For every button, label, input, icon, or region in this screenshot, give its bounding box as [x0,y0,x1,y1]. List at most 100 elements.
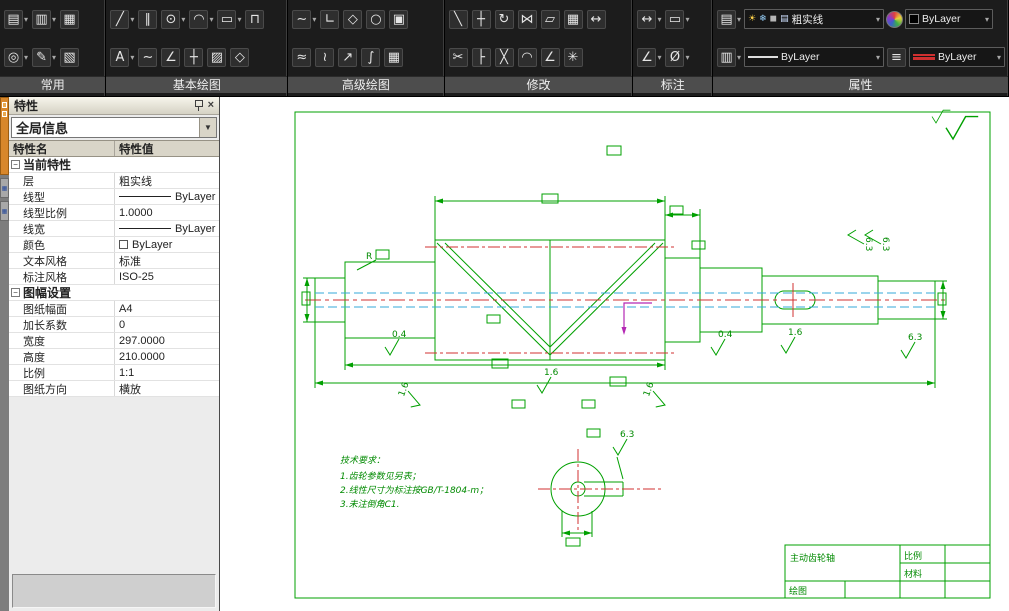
chevron-down-icon[interactable]: ▼ [199,118,216,137]
dropdown-arrow-icon[interactable]: ▾ [685,53,689,62]
zoom-button[interactable]: ◎▾ [3,47,29,68]
line-button[interactable]: ╱▾ [109,9,135,30]
array-button[interactable]: ▦ [563,9,584,30]
rectangle-button[interactable]: ▭▾ [216,9,242,30]
column-header-name[interactable]: 特性名 [9,141,115,156]
erase-button[interactable]: ╲ [448,9,469,30]
close-icon[interactable]: × [208,100,214,111]
dropdown-arrow-icon[interactable]: ▾ [209,15,213,24]
dropdown-arrow-icon[interactable]: ▾ [52,53,56,62]
property-row-lineweight[interactable]: 线宽 ByLayer [9,221,219,237]
dropdown-arrow-icon[interactable]: ▾ [181,15,185,24]
leader-button[interactable]: ▭▾ [664,9,690,30]
angular-dim-button[interactable]: ∠▾ [636,47,662,68]
scope-select[interactable]: 全局信息 ▼ [11,117,217,138]
text-button[interactable]: A▾ [109,47,135,68]
polyline-button[interactable]: ⊓ [244,9,265,30]
dropdown-arrow-icon[interactable]: ▾ [312,15,316,24]
property-group-header-sheet[interactable]: − 图幅设置 [9,285,219,301]
property-row-orientation[interactable]: 图纸方向 横放 [9,381,219,397]
dropdown-arrow-icon[interactable]: ▾ [657,15,661,24]
dropdown-arrow-icon[interactable]: ▾ [24,15,28,24]
double-wave-button[interactable]: ≀ [314,47,335,68]
property-row-color[interactable]: 颜色 ByLayer [9,237,219,253]
chamfer-button[interactable]: ∠ [160,47,181,68]
color-select[interactable]: ByLayer ▾ [905,9,993,29]
polygon-button[interactable]: ◇ [342,9,363,30]
diameter-dim-button[interactable]: Ø▾ [664,47,690,68]
sidebar-tab-album[interactable]: ▦ [0,201,9,221]
table-button[interactable]: ▦ [383,47,404,68]
fillet-button[interactable]: ◠ [517,47,538,68]
dropdown-arrow-icon[interactable]: ▾ [985,15,989,24]
formula-button[interactable]: ∫ [360,47,381,68]
property-row-width[interactable]: 宽度 297.0000 [9,333,219,349]
dropdown-arrow-icon[interactable]: ▾ [130,53,134,62]
dropdown-arrow-icon[interactable]: ▾ [24,53,28,62]
dropdown-arrow-icon[interactable]: ▾ [237,15,241,24]
dropdown-arrow-icon[interactable]: ▾ [737,15,741,24]
layers-button[interactable]: ▤▾ [716,9,742,30]
trim-button[interactable]: ✂ [448,47,469,68]
hatch-button[interactable]: ▨ [206,47,227,68]
ribbon-group-label-modify[interactable]: 修改 [445,76,633,93]
dropdown-arrow-icon[interactable]: ▾ [876,53,880,62]
collapse-icon[interactable]: − [11,288,20,297]
chamfer2-button[interactable]: ∠ [540,47,561,68]
curve-button[interactable]: ∼▾ [291,9,317,30]
dimension-button[interactable]: ↔▾ [636,9,662,30]
collapse-icon[interactable]: − [11,160,20,169]
wave-line-button[interactable]: ≈ [291,47,312,68]
circle-button[interactable]: ⊙▾ [160,9,186,30]
parallel-line-button[interactable]: ∥ [137,9,158,30]
dropdown-arrow-icon[interactable]: ▾ [685,15,689,24]
property-row-scale[interactable]: 比例 1:1 [9,365,219,381]
lineweight-button[interactable]: ≡ [886,47,907,68]
ellipse-button[interactable]: ◇ [229,47,250,68]
column-header-value[interactable]: 特性值 [115,141,219,156]
dropdown-arrow-icon[interactable]: ▾ [52,15,56,24]
dropdown-arrow-icon[interactable]: ▾ [737,53,741,62]
color-wheel-icon[interactable] [886,11,903,28]
lineweight-select[interactable]: ByLayer ▾ [909,47,1005,67]
property-row-extension-factor[interactable]: 加长系数 0 [9,317,219,333]
rotate-button[interactable]: ↻ [494,9,515,30]
ribbon-group-label-dimension[interactable]: 标注 [633,76,712,93]
stretch-button[interactable]: ↔ [586,9,607,30]
explode-button[interactable]: ✳ [563,47,584,68]
drawing-canvas[interactable]: R 0.4 1.6 0.4 1.6 6.3 1.6 1.6 6.3 [220,97,1009,611]
property-row-linetype-scale[interactable]: 线型比例 1.0000 [9,205,219,221]
extend-button[interactable]: ├ [471,47,492,68]
point-button[interactable]: ┼ [183,47,204,68]
ribbon-group-label-advanced-draw[interactable]: 高级绘图 [288,76,443,93]
linetype-select[interactable]: ByLayer ▾ [744,47,884,67]
dropdown-arrow-icon[interactable]: ▾ [997,53,1001,62]
property-group-header-current[interactable]: − 当前特性 [9,157,219,173]
property-row-paper-size[interactable]: 图纸幅面 A4 [9,301,219,317]
ribbon-group-label-basic-draw[interactable]: 基本绘图 [106,76,287,93]
panel-title-bar[interactable]: 特性 × [9,97,219,115]
property-row-dim-style[interactable]: 标注风格 ISO-25 [9,269,219,285]
dropdown-arrow-icon[interactable]: ▾ [130,15,134,24]
block-button[interactable]: ▣ [388,9,409,30]
match-properties-button[interactable]: ▥▾ [716,47,742,68]
arrow-button[interactable]: ↗ [337,47,358,68]
sheet-set-button[interactable]: ▧ [59,47,80,68]
arc-button[interactable]: ◠▾ [188,9,214,30]
property-row-linetype[interactable]: 线型 ByLayer [9,189,219,205]
copy-button[interactable]: ▥▾ [31,9,57,30]
ribbon-group-label-properties[interactable]: 属性 [713,76,1008,93]
scale-button[interactable]: ▱ [540,9,561,30]
clipboard-button[interactable]: ▦ [59,9,80,30]
spline-button[interactable]: ∼ [137,47,158,68]
ellipse2-button[interactable]: ○ [365,9,386,30]
pin-icon[interactable] [195,100,203,111]
break-button[interactable]: ╳ [494,47,515,68]
dropdown-arrow-icon[interactable]: ▾ [657,53,661,62]
mirror-button[interactable]: ⋈ [517,9,538,30]
dropdown-arrow-icon[interactable]: ▾ [876,15,880,24]
ribbon-group-label-common[interactable]: 常用 [0,76,105,93]
property-row-height[interactable]: 高度 210.0000 [9,349,219,365]
angle-line-button[interactable]: ∟ [319,9,340,30]
layer-select[interactable]: ☀ ❄ ◼ ▤ 粗实线 ▾ [744,9,884,29]
